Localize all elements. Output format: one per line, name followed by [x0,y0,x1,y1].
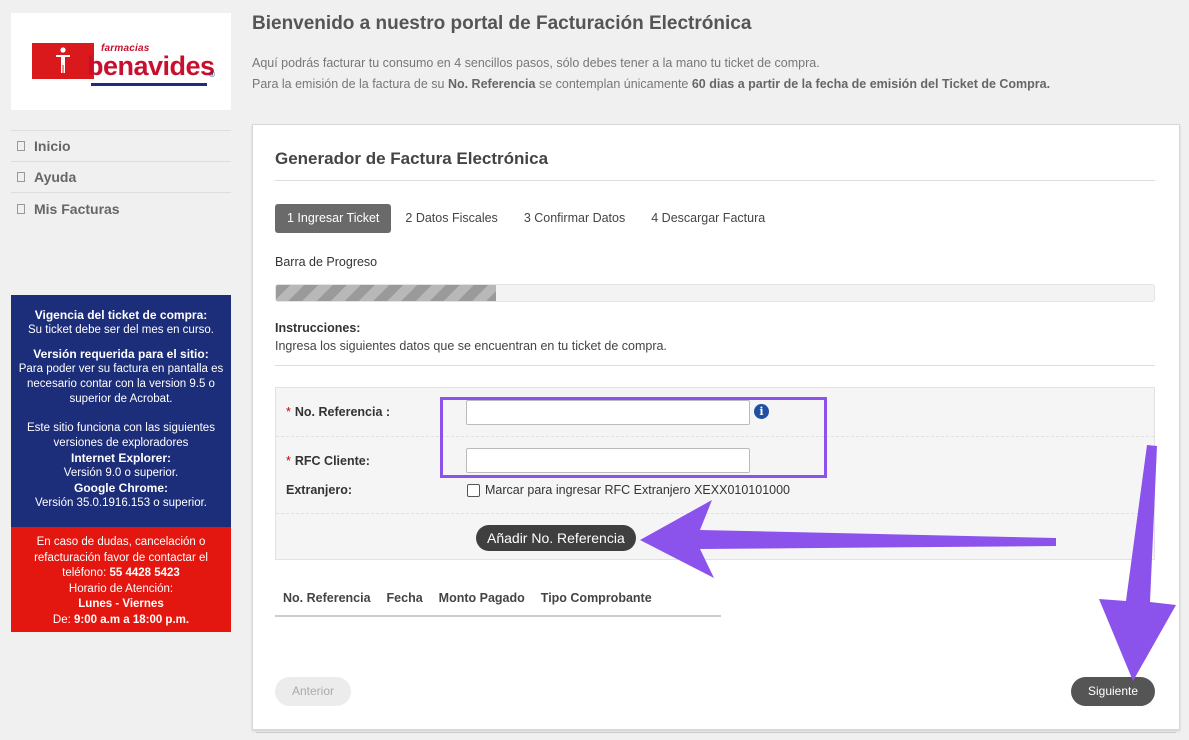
logo-underline [91,83,207,86]
square-icon [17,172,25,182]
logo-main-text: benavides [87,51,215,81]
required-mark: * [286,454,291,468]
info-box-requirements: Vigencia del ticket de compra: Su ticket… [11,295,231,527]
vigencia-title: Vigencia del ticket de compra: [34,308,208,322]
hours-days: Lunes - Viernes [78,598,164,610]
foreign-rfc-checkbox[interactable] [467,484,480,497]
step-ingresar-ticket[interactable]: 1 Ingresar Ticket [275,204,392,233]
rfc-label: * RFC Cliente: [286,454,370,468]
step-descargar-factura[interactable]: 4 Descargar Factura [639,204,777,233]
add-reference-button[interactable]: Añadir No. Referencia [476,525,636,551]
sidebar-item-mis-facturas[interactable]: Mis Facturas [11,193,231,224]
version-text: Para poder ver su factura en pantalla es… [18,363,224,405]
vigencia-text: Su ticket debe ser del mes en curso. [27,324,214,336]
step-datos-fiscales[interactable]: 2 Datos Fiscales [393,204,509,233]
rfc-label-text: RFC Cliente: [294,454,370,468]
progress-bar-fill [276,285,496,301]
divider [275,365,1155,366]
logo-registered-mark: ® [209,70,215,79]
contact-phone: 55 4428 5423 [109,567,180,579]
panel-title: Generador de Factura Electrónica [275,149,549,168]
wizard-steps: 1 Ingresar Ticket 2 Datos Fiscales 3 Con… [275,204,779,233]
intro-text-2: Para la emisión de la factura de su No. … [252,77,1050,91]
info-box-contact: En caso de dudas, cancelación o refactur… [11,527,231,632]
ref-label-text: No. Referencia : [294,405,391,419]
sidebar-item-inicio[interactable]: Inicio [11,131,231,162]
previous-button[interactable]: Anterior [275,677,351,706]
divider [256,732,1176,733]
ie-text: Versión 9.0 o superior. [63,467,179,479]
sidebar-item-label: Ayuda [34,169,77,185]
ext-label: Extranjero: [286,483,352,497]
step-confirmar-datos[interactable]: 3 Confirmar Datos [512,204,637,233]
square-icon [17,141,25,151]
divider [276,513,1154,514]
next-button[interactable]: Siguiente [1071,677,1155,706]
chrome-text: Versión 35.0.1916.153 o superior. [35,497,207,509]
references-table-header: No. Referencia Fecha Monto Pagado Tipo C… [275,591,721,617]
version-title: Versión requerida para el sitio: [33,347,209,361]
intro-text-1: Aquí podrás facturar tu consumo en 4 sen… [252,56,820,70]
hours-label: Horario de Atención: [68,582,174,595]
intro-text-2-b: No. Referencia [447,77,536,91]
brand-logo[interactable]: farmacias benavides ® [11,13,231,110]
annotation-highlight-box [440,397,827,478]
square-icon [17,203,25,214]
sidebar-item-label: Inicio [34,138,71,154]
instructions-title: Instrucciones: [275,321,361,335]
instructions-text: Ingresa los siguientes datos que se encu… [275,339,667,353]
col-header-referencia: No. Referencia [283,591,371,605]
hours-de-label: De: [52,613,71,626]
sidebar-item-label: Mis Facturas [34,200,120,217]
sidebar-item-ayuda[interactable]: Ayuda [11,162,231,193]
browsers-text: Este sitio funciona con las siguientes v… [27,422,215,449]
page-title: Bienvenido a nuestro portal de Facturaci… [252,13,752,34]
intro-text-2-a: Para la emisión de la factura de su [252,77,445,91]
hours-range: 9:00 a.m a 18:00 p.m. [74,613,190,626]
ref-label: * No. Referencia : [286,405,390,419]
sidebar-menu: Inicio Ayuda Mis Facturas [11,130,231,224]
col-header-monto: Monto Pagado [438,591,525,605]
intro-text-2-c: se contemplan únicamente [538,77,689,91]
col-header-tipo: Tipo Comprobante [540,591,652,605]
progress-label: Barra de Progreso [275,255,378,269]
chrome-title: Google Chrome: [73,481,168,495]
ie-title: Internet Explorer: [70,451,172,465]
col-header-fecha: Fecha [386,591,423,605]
progress-bar [275,284,1155,302]
intro-text-2-d: 60 dias a partir de la fecha de emisión … [691,77,1051,91]
foreign-rfc-checkbox-label[interactable]: Marcar para ingresar RFC Extranjero XEXX… [485,483,790,497]
required-mark: * [286,405,291,419]
logo-figure-icon [56,47,70,73]
divider [275,180,1155,181]
